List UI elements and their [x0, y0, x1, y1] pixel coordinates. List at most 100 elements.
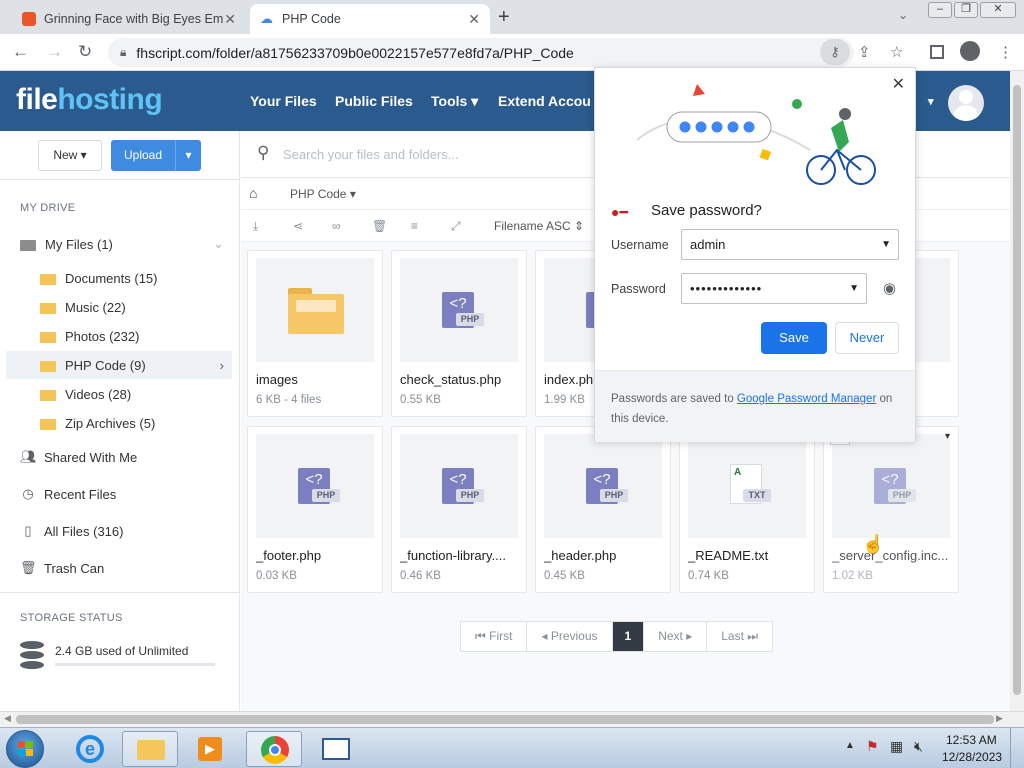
maximize-button[interactable]: ❐ — [954, 2, 978, 18]
sidebar-item-videos[interactable]: Videos (28) — [6, 380, 232, 408]
avatar[interactable] — [948, 85, 984, 121]
tab-title: Grinning Face with Big Eyes Em — [44, 12, 224, 26]
file-card-header[interactable]: <? PHP _header.php 0.45 KB — [535, 426, 671, 593]
show-desktop-button[interactable] — [1010, 728, 1024, 768]
last-page-button[interactable]: Last ⏭ — [707, 622, 772, 651]
close-icon[interactable]: ✕ — [892, 74, 905, 94]
sidebar-item-trash[interactable]: 🗑︎ Trash Can — [6, 554, 232, 582]
internet-explorer-icon[interactable]: e — [62, 731, 118, 767]
close-icon[interactable]: ✕ — [224, 11, 236, 28]
search-input[interactable]: Search your files and folders... — [283, 147, 459, 162]
password-field[interactable]: ••••••••••••• ▼ — [681, 273, 867, 304]
password-manager-link[interactable]: Google Password Manager — [737, 393, 876, 405]
link-icon[interactable]: ∞ — [332, 219, 341, 233]
file-card-check-status[interactable]: <? PHP check_status.php 0.55 KB — [391, 250, 527, 417]
clock-date[interactable]: 12/28/2023 — [942, 750, 1002, 764]
back-icon[interactable]: ← — [12, 42, 29, 62]
lock-icon[interactable]: 🔒︎ — [120, 45, 126, 60]
search-icon[interactable]: ⚲ — [257, 143, 269, 163]
new-button[interactable]: New ▾ — [38, 140, 102, 171]
tab-grinning-face[interactable]: Grinning Face with Big Eyes Em ✕ — [12, 4, 246, 34]
nav-public-files[interactable]: Public Files — [335, 93, 413, 109]
sidebar-item-documents[interactable]: Documents (15) — [6, 264, 232, 292]
key-icon[interactable]: ⚷ — [820, 39, 850, 65]
nav-your-files[interactable]: Your Files — [250, 93, 317, 109]
tray-expand-icon[interactable]: ▲ — [845, 740, 855, 751]
save-button[interactable]: Save — [761, 322, 827, 354]
never-button[interactable]: Never — [835, 322, 899, 354]
side-panel-icon[interactable] — [930, 45, 944, 59]
dialog-title: Save password? — [651, 202, 762, 219]
chevron-down-icon[interactable]: ⌄ — [213, 236, 224, 252]
filehosting-logo[interactable]: filehosting — [16, 83, 163, 117]
upload-button[interactable]: Upload ▾ — [111, 140, 201, 171]
chevron-down-icon[interactable]: ▼ — [849, 274, 859, 303]
nav-extend-account[interactable]: Extend Accou — [498, 93, 591, 109]
previous-page-button[interactable]: ◂ Previous — [527, 622, 613, 651]
bookmark-star-icon[interactable]: ☆ — [890, 43, 903, 61]
close-window-button[interactable]: ✕ — [980, 2, 1016, 18]
file-card-images[interactable]: images 6 KB - 4 files — [247, 250, 383, 417]
forward-icon[interactable]: → — [46, 42, 63, 62]
sidebar-item-photos[interactable]: Photos (232) — [6, 322, 232, 350]
file-name: _header.php — [544, 548, 617, 563]
trash-icon[interactable]: 🗑︎ — [372, 219, 387, 233]
username-field[interactable]: admin ▼ — [681, 229, 899, 260]
file-card-server-config[interactable]: <? PHP ▾ _server_config.inc... 1.02 KB — [823, 426, 959, 593]
media-player-icon[interactable]: ▶ — [182, 731, 238, 767]
chevron-right-icon[interactable]: › — [220, 358, 224, 373]
start-button[interactable] — [6, 730, 44, 768]
sidebar-item-recent[interactable]: ◷ Recent Files — [6, 480, 232, 508]
file-explorer-icon[interactable] — [122, 731, 178, 767]
account-dropdown-icon[interactable]: ▾ — [928, 95, 934, 108]
chevron-down-icon[interactable]: ⌄ — [898, 8, 908, 22]
network-icon[interactable]: ▦ — [890, 738, 903, 755]
php-file-icon: <?PHP — [442, 292, 484, 328]
omnibox[interactable]: 🔒︎ fhscript.com/folder/a81756233709b0e00… — [108, 38, 854, 67]
sidebar-item-all-files[interactable]: ▯ All Files (316) — [6, 517, 232, 545]
sidebar-item-shared[interactable]: 👥︎ Shared With Me — [6, 443, 232, 471]
sidebar-item-php-code[interactable]: PHP Code (9) › — [6, 351, 232, 379]
clock-time[interactable]: 12:53 AM — [946, 733, 997, 747]
current-page[interactable]: 1 — [612, 622, 645, 651]
new-tab-icon[interactable]: + — [498, 6, 510, 29]
username-label: Username — [611, 238, 669, 252]
chrome-icon[interactable] — [246, 731, 302, 767]
breadcrumb-php-code[interactable]: PHP Code ▾ — [290, 187, 356, 201]
file-card-footer[interactable]: <? PHP _footer.php 0.03 KB — [247, 426, 383, 593]
folder-icon — [288, 288, 344, 334]
file-card-function-library[interactable]: <? PHP _function-library.... 0.46 KB — [391, 426, 527, 593]
list-icon[interactable]: ≡ — [411, 219, 418, 233]
sort-dropdown[interactable]: Filename ASC ⇕ — [494, 219, 584, 233]
action-center-icon[interactable]: ⚑ — [866, 738, 879, 755]
url-text[interactable]: fhscript.com/folder/a81756233709b0e00221… — [136, 45, 573, 61]
sidebar-item-my-files[interactable]: My Files (1) ⌄ — [6, 230, 232, 258]
close-icon[interactable]: ✕ — [468, 11, 480, 28]
share-icon[interactable]: ⇪ — [858, 43, 871, 61]
home-icon[interactable]: ⌂ — [249, 185, 257, 201]
nav-tools[interactable]: Tools ▾ — [431, 93, 478, 110]
upload-dropdown-icon[interactable]: ▾ — [175, 140, 201, 171]
sidebar-item-music[interactable]: Music (22) — [6, 293, 232, 321]
reload-icon[interactable]: ↻ — [78, 42, 92, 62]
eye-icon[interactable]: ◉ — [883, 279, 896, 297]
chevron-down-icon[interactable]: ▼ — [881, 230, 891, 259]
vertical-scrollbar[interactable] — [1010, 71, 1024, 711]
download-icon[interactable]: ⤓ — [253, 219, 258, 234]
file-card-readme[interactable]: A TXT _README.txt 0.74 KB — [679, 426, 815, 593]
card-menu-icon[interactable]: ▾ — [945, 431, 950, 442]
app-window-icon[interactable] — [308, 731, 364, 767]
volume-muted-icon[interactable]: 🔇︎ — [914, 738, 923, 755]
sidebar-item-zip-archives[interactable]: Zip Archives (5) — [6, 409, 232, 437]
share-icon[interactable]: ⋖ — [293, 219, 303, 233]
expand-icon[interactable]: ⤢ — [451, 219, 461, 234]
cloud-icon: ☁ — [260, 11, 273, 26]
horizontal-scrollbar[interactable]: ◀ ▶ — [0, 711, 1024, 727]
minimize-button[interactable]: – — [928, 2, 952, 18]
next-page-button[interactable]: Next ▸ — [644, 622, 708, 651]
tab-php-code[interactable]: ☁ PHP Code ✕ — [250, 4, 490, 34]
save-password-dialog: ✕ ●━ Save password? Username admin ▼ Pas… — [594, 67, 916, 442]
first-page-button[interactable]: ⏮ First — [461, 622, 528, 651]
menu-icon[interactable]: ⋮ — [998, 43, 1013, 61]
profile-icon[interactable] — [960, 41, 980, 61]
